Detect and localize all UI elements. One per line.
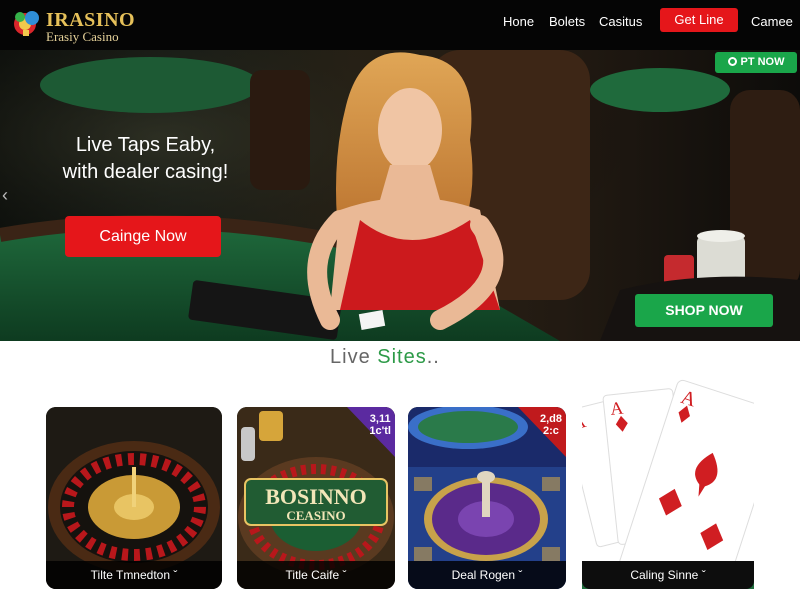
site-header: IRASINO Erasiy Casino Hone Bolets Casitu… <box>0 0 800 50</box>
game-card-roulette[interactable]: Tilte Tmnedton ˇ <box>46 407 222 589</box>
live-badge-label: PT NOW <box>740 56 785 68</box>
section-title: Live Sites.. <box>330 346 440 369</box>
shop-now-button[interactable]: SHOP NOW <box>635 294 773 327</box>
card-logo-line1: BOSINNO <box>265 484 366 509</box>
card-badge-bottom: 2:c <box>543 425 559 437</box>
hero-cta-button[interactable]: Cainge Now <box>65 216 221 257</box>
nav-camee-link[interactable]: Camee <box>751 14 793 29</box>
hero-heading-line2: with dealer casing! <box>62 161 229 183</box>
nav-home-link[interactable]: Hone <box>503 14 534 29</box>
hero-heading: Live Taps Eaby, with dealer casing! <box>58 132 233 186</box>
casino-chip-logo-icon <box>14 11 39 36</box>
live-now-badge[interactable]: PT NOW <box>715 52 797 73</box>
game-card-caling-sinne[interactable]: A A A Caling Sinne ˇ <box>582 379 754 589</box>
card-label: Deal Rogen ˇ <box>408 561 566 589</box>
nav-casino-link[interactable]: Casitus <box>599 14 642 29</box>
card-badge-bottom: 1c'tl <box>369 425 391 437</box>
game-card-deal-rogen[interactable]: 2,d8 2:c Deal Rogen ˇ <box>408 407 566 589</box>
card-label: Caling Sinne ˇ <box>582 561 754 589</box>
card-badge: 3,11 1c'tl <box>369 413 391 437</box>
card-label: Title Caife ˇ <box>237 561 395 589</box>
game-card-title-caife[interactable]: BOSINNO CEASINO 3,11 1c'tl Title Caife ˇ <box>237 407 395 589</box>
logo-subtitle: Erasiy Casino <box>46 29 119 44</box>
hero-banner: Live Taps Eaby, with dealer casing! Cain… <box>0 50 800 341</box>
card-badge-top: 3,11 <box>369 413 391 425</box>
card-logo-line2: CEASINO <box>286 508 345 523</box>
chevron-left-icon[interactable]: ‹ <box>2 185 14 205</box>
card-badge-top: 2,d8 <box>539 413 562 425</box>
hero-heading-line1: Live Taps Eaby, <box>75 134 216 156</box>
get-line-button[interactable]: Get Line <box>660 8 738 32</box>
card-label: Tilte Tmnedton ˇ <box>46 561 222 589</box>
section-title-ellipsis: .. <box>426 346 440 368</box>
section-title-word2: Sites <box>377 346 427 368</box>
live-indicator-icon <box>727 57 737 66</box>
svg-text:A: A <box>609 398 624 419</box>
section-title-word1: Live <box>330 346 371 368</box>
playing-cards-image: A A A <box>582 379 754 589</box>
nav-bolets-link[interactable]: Bolets <box>549 14 585 29</box>
site-logo[interactable]: IRASINO Erasiy Casino <box>10 4 150 46</box>
card-badge: 2,d8 2:c <box>540 413 562 437</box>
